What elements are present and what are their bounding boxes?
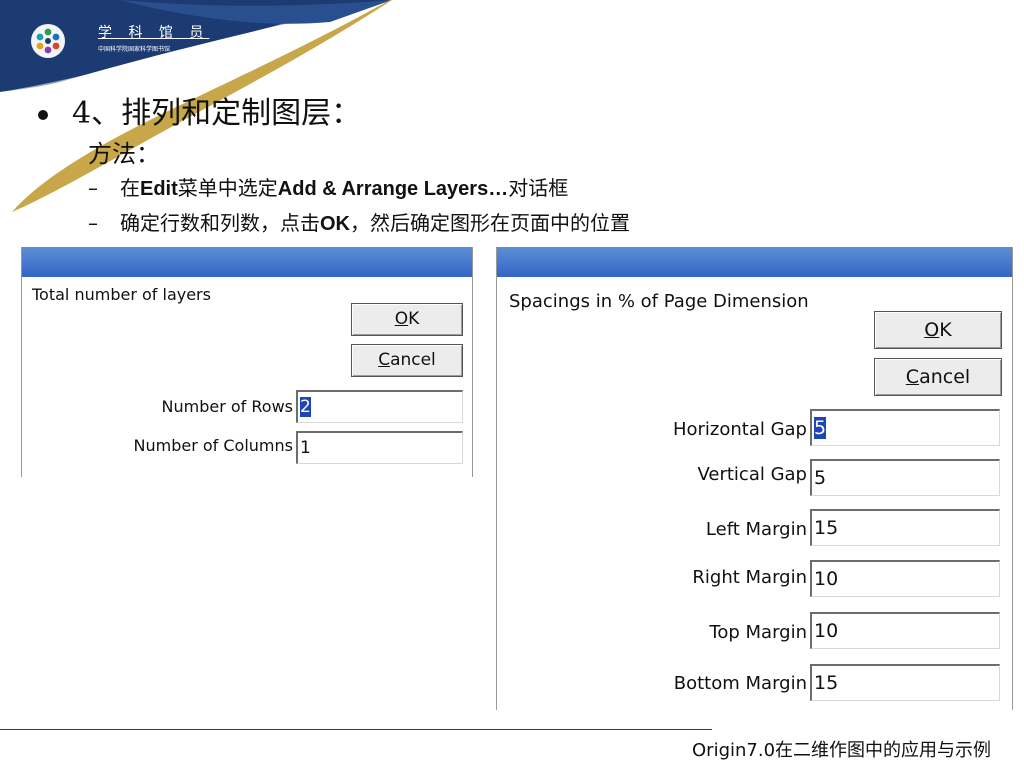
step1-mid: 菜单中选定 (177, 176, 278, 200)
right-margin-value: 10 (814, 568, 839, 590)
columns-input[interactable]: 1 (296, 431, 463, 464)
top-margin-label: Top Margin (709, 622, 807, 643)
dash-icon: – (88, 176, 98, 200)
right-margin-input[interactable]: 10 (810, 560, 1000, 597)
step1-menu-item: Add & Arrange Layers… (277, 178, 509, 200)
heading-text: 4、排列和定制图层： (72, 96, 362, 131)
right-margin-label: Right Margin (692, 567, 807, 588)
step1-post: 对话框 (508, 176, 569, 200)
step1-edit: Edit (140, 178, 178, 200)
dialog-titlebar (497, 247, 1012, 277)
vertical-gap-value: 5 (814, 467, 827, 489)
logo-icon (31, 24, 65, 58)
ok-rest: K (408, 309, 420, 329)
horizontal-gap-value: 5 (814, 417, 827, 439)
ok-button[interactable]: OK (351, 303, 463, 336)
horizontal-gap-input[interactable]: 5 (810, 409, 1000, 446)
step2-post: ，然后确定图形在页面中的位置 (350, 211, 630, 235)
vertical-gap-input[interactable]: 5 (810, 459, 1000, 496)
step-1: – 在Edit菜单中选定Add & Arrange Layers…对话框 (88, 172, 568, 201)
bottom-margin-label: Bottom Margin (673, 673, 807, 694)
columns-label: Number of Columns (133, 436, 293, 455)
left-margin-label: Left Margin (705, 519, 807, 540)
bottom-margin-input[interactable]: 15 (810, 664, 1000, 701)
ok-mnemonic: O (924, 319, 940, 341)
cancel-rest: ancel (919, 366, 971, 388)
horizontal-gap-label: Horizontal Gap (672, 419, 807, 440)
rows-value: 2 (300, 397, 311, 417)
columns-value: 1 (300, 438, 311, 458)
rows-input[interactable]: 2 (296, 390, 463, 423)
logo-text: 学 科 馆 员 中国科学院国家科学图书馆 (98, 22, 209, 53)
spacing-label: Spacings in % of Page Dimension (509, 291, 809, 312)
cancel-mnemonic: C (378, 350, 391, 370)
ok-button[interactable]: OK (874, 311, 1002, 349)
cancel-rest: ancel (390, 350, 436, 370)
cancel-button[interactable]: Cancel (874, 358, 1002, 396)
step2-ok: OK (320, 213, 350, 235)
top-margin-input[interactable]: 10 (810, 612, 1000, 649)
bottom-margin-value: 15 (814, 672, 839, 694)
left-margin-value: 15 (814, 517, 839, 539)
step-2: – 确定行数和列数，点击OK，然后确定图形在页面中的位置 (88, 207, 630, 236)
spacing-dialog: Spacings in % of Page Dimension OK Cance… (496, 247, 1013, 710)
dash-icon: – (88, 211, 98, 235)
ok-mnemonic: O (394, 309, 409, 329)
dialog-titlebar (22, 247, 472, 277)
step1-pre: 在 (120, 176, 140, 200)
total-layers-label: Total number of layers (32, 285, 211, 304)
footer-divider (0, 729, 712, 730)
top-margin-value: 10 (814, 620, 839, 642)
left-margin-input[interactable]: 15 (810, 509, 1000, 546)
ok-rest: K (939, 319, 952, 341)
layers-dialog: Total number of layers OK Cancel Number … (21, 247, 473, 477)
bullet-dot-icon (38, 110, 48, 120)
footer-text: Origin7.0在二维作图中的应用与示例 (692, 740, 992, 761)
slide-heading: 4、排列和定制图层： (38, 88, 361, 132)
logo-title: 学 科 馆 员 (98, 25, 210, 41)
cancel-button[interactable]: Cancel (351, 344, 463, 377)
step2-pre: 确定行数和列数，点击 (120, 211, 320, 235)
vertical-gap-label: Vertical Gap (697, 464, 807, 485)
logo-subtitle: 中国科学院国家科学图书馆 (98, 46, 171, 53)
rows-label: Number of Rows (161, 397, 293, 416)
method-label: 方法： (88, 140, 160, 168)
cancel-mnemonic: C (905, 366, 920, 388)
